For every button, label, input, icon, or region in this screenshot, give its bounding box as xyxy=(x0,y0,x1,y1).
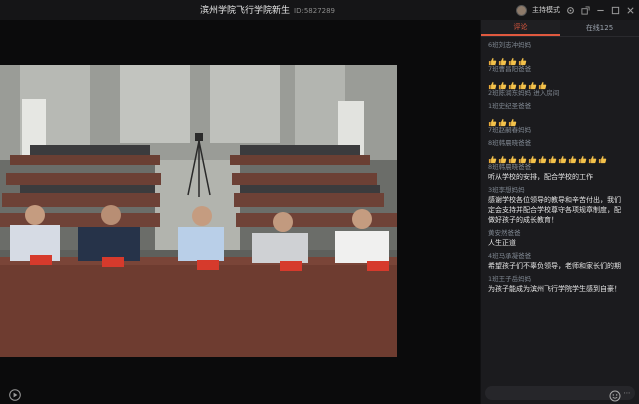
thumbs-up-icon xyxy=(508,149,517,164)
thumbs-up-icon xyxy=(528,149,537,164)
video-frame[interactable] xyxy=(0,65,397,357)
thumbs-up-icon xyxy=(488,51,497,66)
chat-message-username[interactable]: 6班刘志冲妈妈 xyxy=(488,40,639,50)
chat-message: 4班马承凝爸爸 希望孩子们不辜负领导，老师和家长们的期 xyxy=(488,251,639,271)
chat-tabs: 评论 在线125 xyxy=(481,20,639,37)
play-icon[interactable] xyxy=(9,386,21,401)
chat-message: 7班曹昌阳爸爸 xyxy=(488,64,639,90)
chat-message: 8班韩晨晓爸爸 听从学校的安排，配合学校的工作 xyxy=(488,162,639,182)
chat-message-username[interactable]: 4班马承凝爸爸 xyxy=(488,251,639,261)
settings-icon[interactable] xyxy=(565,5,575,15)
chat-message-text: 为孩子能成为滨州飞行学院学生感到自豪！ xyxy=(488,285,621,293)
thumbs-up-icon xyxy=(598,149,607,164)
chat-message: 黄安然爸爸 人生正道 xyxy=(488,228,639,248)
chat-message: 8班韩晨晓爸爸 xyxy=(488,138,639,164)
chat-message-username[interactable]: 7班曹昌阳爸爸 xyxy=(488,64,639,74)
live-stream-app: 滨州学院飞行学院新生 ID:5827289 主持模式 评论 在线125 6班刘志… xyxy=(0,0,639,404)
thumbs-up-icon xyxy=(538,75,547,90)
thumbs-up-icon xyxy=(488,75,497,90)
chat-message-text: 人生正道 xyxy=(488,239,516,247)
host-avatar[interactable] xyxy=(516,4,527,16)
thumbs-up-emoji-row xyxy=(488,74,639,90)
window-controls: 主持模式 xyxy=(516,3,635,17)
meeting-room-video-image xyxy=(0,65,397,357)
thumbs-up-icon xyxy=(558,149,567,164)
minimize-icon[interactable] xyxy=(595,5,605,15)
thumbs-up-icon xyxy=(498,75,507,90)
thumbs-up-emoji-row xyxy=(488,148,639,164)
thumbs-up-icon xyxy=(488,149,497,164)
chat-message-username[interactable]: 2班陈润东妈妈 进入房间 xyxy=(488,88,639,98)
thumbs-up-icon xyxy=(488,112,497,127)
close-icon[interactable] xyxy=(625,5,635,15)
thumbs-up-icon xyxy=(508,112,517,127)
chat-message-text: 希望孩子们不辜负领导，老师和家长们的期 xyxy=(488,262,621,270)
thumbs-up-icon xyxy=(508,75,517,90)
thumbs-up-icon xyxy=(518,51,527,66)
chat-message-text: 听从学校的安排，配合学校的工作 xyxy=(488,173,593,181)
thumbs-up-icon xyxy=(538,149,547,164)
stream-title-group: 滨州学院飞行学院新生 ID:5827289 xyxy=(200,3,335,17)
emoji-icon[interactable] xyxy=(609,387,621,402)
thumbs-up-icon xyxy=(498,149,507,164)
thumbs-up-icon xyxy=(568,149,577,164)
top-bar: 滨州学院飞行学院新生 ID:5827289 主持模式 xyxy=(0,0,639,20)
chat-message: 1班史纪圣爸爸 xyxy=(488,101,639,127)
chat-message: 3班李想妈妈 感谢学校各位领导的教导和辛苦付出，我们 定会支持并配合学校尊守各项规… xyxy=(488,185,639,225)
thumbs-up-icon xyxy=(588,149,597,164)
thumbs-up-icon xyxy=(508,51,517,66)
chat-message: 2班陈润东妈妈 进入房间 xyxy=(488,88,639,98)
thumbs-up-emoji-row xyxy=(488,50,639,66)
more-options-icon[interactable]: ⋯ xyxy=(622,387,632,399)
message-list[interactable]: 6班刘志冲妈妈 7班曹昌阳爸爸 2班陈润东妈妈 进入房间 1班史纪圣爸爸 7班赵嗣春妈妈… xyxy=(481,37,639,387)
maximize-icon[interactable] xyxy=(610,5,620,15)
room-id: ID:5827289 xyxy=(294,7,336,15)
chat-message-username[interactable]: 黄安然爸爸 xyxy=(488,228,639,238)
chat-message-username[interactable]: 1班史纪圣爸爸 xyxy=(488,101,639,111)
chat-message-text: 感谢学校各位领导的教导和辛苦付出，我们 定会支持并配合学校尊守各项规章制度，配 … xyxy=(488,196,621,224)
thumbs-up-icon xyxy=(498,51,507,66)
stream-title: 滨州学院飞行学院新生 xyxy=(200,6,291,16)
chat-message: 7班赵嗣春妈妈 xyxy=(488,125,639,135)
chat-input[interactable]: ⋯ xyxy=(485,386,635,402)
thumbs-up-icon xyxy=(578,149,587,164)
video-area xyxy=(0,20,480,404)
tab-online[interactable]: 在线125 xyxy=(560,20,639,36)
thumbs-up-emoji-row xyxy=(488,111,639,127)
thumbs-up-icon xyxy=(528,75,537,90)
thumbs-up-icon xyxy=(518,75,527,90)
chat-message-username[interactable]: 7班赵嗣春妈妈 xyxy=(488,125,639,135)
chat-message: 6班刘志冲妈妈 xyxy=(488,40,639,66)
chat-message: 1班王子岳妈妈 为孩子能成为滨州飞行学院学生感到自豪！ xyxy=(488,274,639,294)
host-mode-label[interactable]: 主持模式 xyxy=(532,5,560,15)
thumbs-up-icon xyxy=(548,149,557,164)
player-control-bar xyxy=(0,380,480,404)
chat-message-username[interactable]: 8班韩晨晓爸爸 xyxy=(488,138,639,148)
chat-message-username[interactable]: 3班李想妈妈 xyxy=(488,185,639,195)
chat-message-username[interactable]: 1班王子岳妈妈 xyxy=(488,274,639,284)
thumbs-up-icon xyxy=(498,112,507,127)
chat-panel: 评论 在线125 6班刘志冲妈妈 7班曹昌阳爸爸 2班陈润东妈妈 进入房间 1班史纪圣… xyxy=(481,20,639,404)
tab-comments[interactable]: 评论 xyxy=(481,20,560,36)
share-icon[interactable] xyxy=(580,5,590,15)
thumbs-up-icon xyxy=(518,149,527,164)
